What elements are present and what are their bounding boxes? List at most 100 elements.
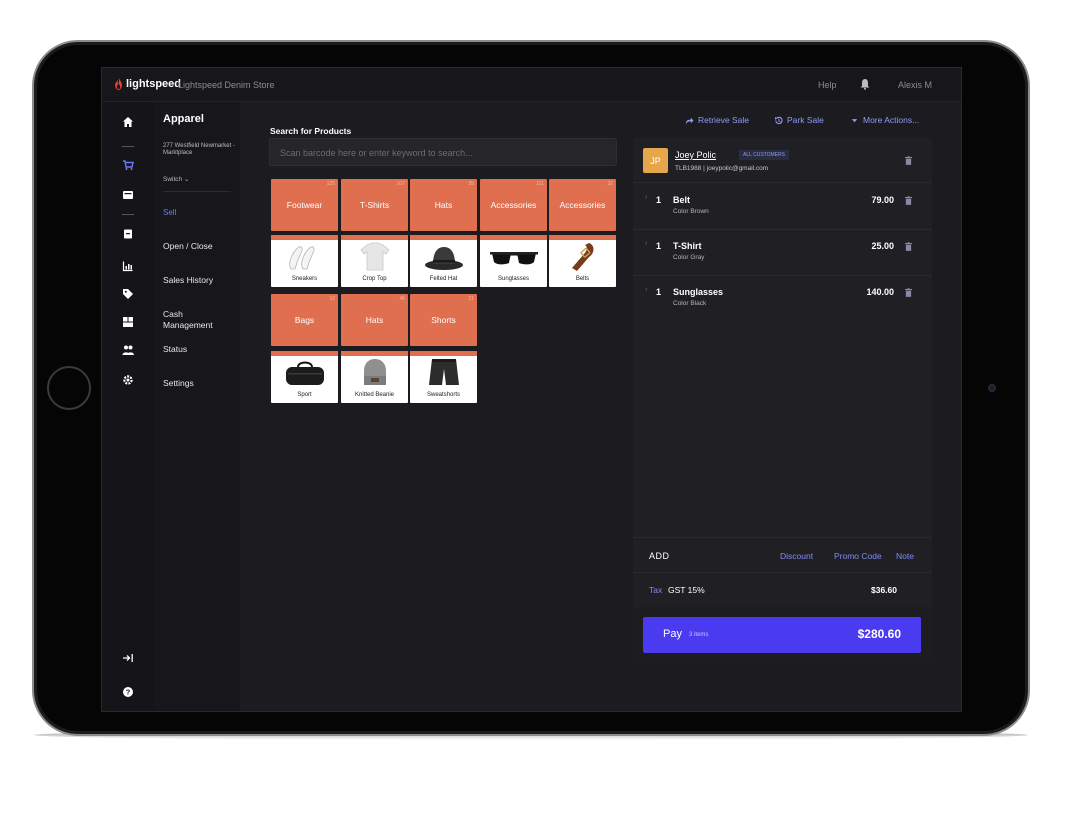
receipt-icon[interactable] xyxy=(120,226,136,242)
collapse-icon[interactable] xyxy=(120,650,136,666)
category-tile[interactable]: 21 Shorts xyxy=(410,294,477,346)
line-variant: Color Black xyxy=(673,300,707,307)
switch-outlet-button[interactable]: Switch ⌄ xyxy=(163,175,189,183)
product-strip xyxy=(341,235,408,240)
home-icon[interactable] xyxy=(120,114,136,130)
chevron-right-icon[interactable]: › xyxy=(645,194,647,201)
product-tile[interactable]: Felted Hat xyxy=(410,235,477,287)
category-tile[interactable]: 12 Bags xyxy=(271,294,338,346)
icon-rail: ? xyxy=(102,102,154,711)
cart-line-item[interactable]: › 1 Belt Color Brown 79.00 xyxy=(633,184,932,230)
pay-total: $280.60 xyxy=(857,627,901,641)
category-tile[interactable]: 111 Accessories xyxy=(480,179,547,231)
more-actions-button[interactable]: More Actions... xyxy=(850,115,919,125)
trash-icon[interactable] xyxy=(905,288,912,297)
submenu-item-sales-history[interactable]: Sales History xyxy=(163,275,213,286)
category-label: Footwear xyxy=(286,200,323,210)
knitted-beanie-image xyxy=(341,357,408,389)
retrieve-sale-button[interactable]: Retrieve Sale xyxy=(685,115,749,125)
submenu-item-status[interactable]: Status xyxy=(163,344,187,355)
product-strip xyxy=(410,235,477,240)
flame-icon xyxy=(115,78,122,90)
search-input[interactable]: Scan barcode here or enter keyword to se… xyxy=(269,138,617,166)
chevron-right-icon[interactable]: › xyxy=(645,286,647,293)
camera xyxy=(988,384,996,392)
line-quantity: 1 xyxy=(656,241,662,251)
svg-text:?: ? xyxy=(126,688,131,697)
category-count: 21 xyxy=(468,296,474,302)
line-price: 140.00 xyxy=(866,287,894,297)
park-sale-label: Park Sale xyxy=(787,115,824,125)
product-name: Sneakers xyxy=(291,276,318,282)
sport-bag-image xyxy=(271,357,338,389)
category-count: 32 xyxy=(607,181,613,187)
category-count: 125 xyxy=(326,181,335,187)
product-name: Sweatshorts xyxy=(426,392,460,398)
product-tile[interactable]: Sport xyxy=(271,351,338,403)
add-label: ADD xyxy=(649,551,670,561)
register-icon[interactable] xyxy=(120,187,136,203)
category-label: Bags xyxy=(294,315,315,325)
submenu-item-cash-management[interactable]: Cash Management xyxy=(163,309,223,331)
product-name: Crop Top xyxy=(362,276,387,282)
product-tile[interactable]: Sneakers xyxy=(271,235,338,287)
inventory-icon[interactable] xyxy=(120,314,136,330)
tag-icon[interactable] xyxy=(120,286,136,302)
brand-name: lightspeed xyxy=(126,78,182,90)
park-sale-button[interactable]: Park Sale xyxy=(774,115,824,125)
help-link[interactable]: Help xyxy=(818,80,837,90)
customer-meta: TLB1988 | joeypolic@gmail.com xyxy=(675,165,769,172)
product-tile[interactable]: Belts xyxy=(549,235,616,287)
bell-icon[interactable] xyxy=(859,78,871,90)
help-icon[interactable]: ? xyxy=(120,684,136,700)
pay-button[interactable]: Pay 3 items $280.60 xyxy=(643,617,921,653)
submenu-item-sell[interactable]: Sell xyxy=(163,207,176,218)
discount-link[interactable]: Discount xyxy=(780,551,813,561)
pay-item-count: 3 items xyxy=(689,632,709,638)
trash-icon[interactable] xyxy=(905,156,912,165)
outlet-title: Apparel xyxy=(163,113,204,125)
category-tile[interactable]: 46 Hats xyxy=(341,294,408,346)
cart-line-item[interactable]: › 1 T-Shirt Color Gray 25.00 xyxy=(633,230,932,276)
category-label: Hats xyxy=(365,315,384,325)
tax-link[interactable]: Tax xyxy=(649,585,662,595)
customer-group-badge: ALL CUSTOMERS xyxy=(739,150,789,160)
submenu-item-open-close[interactable]: Open / Close xyxy=(163,241,213,252)
top-bar: lightspeed Lightspeed Denim Store Help A… xyxy=(102,68,961,102)
cart-line-item[interactable]: › 1 Sunglasses Color Black 140.00 xyxy=(633,276,932,322)
customer-row[interactable]: JP Joey Polic ALL CUSTOMERS TLB1988 | jo… xyxy=(633,138,932,183)
category-tile[interactable]: 35 Hats xyxy=(410,179,477,231)
product-strip xyxy=(410,351,477,356)
customer-name[interactable]: Joey Polic xyxy=(675,150,716,160)
home-button xyxy=(47,366,91,410)
product-tile[interactable]: Sweatshorts xyxy=(410,351,477,403)
category-tile[interactable]: 125 Footwear xyxy=(271,179,338,231)
product-tile[interactable]: Knitted Beanie xyxy=(341,351,408,403)
outlet-address: 277 Westfield Newmarket - Marktplace xyxy=(163,143,235,156)
trash-icon[interactable] xyxy=(905,196,912,205)
felted-hat-image xyxy=(410,241,477,273)
store-name[interactable]: Lightspeed Denim Store xyxy=(178,80,275,90)
line-price: 79.00 xyxy=(871,195,894,205)
chevron-down-icon: ⌄ xyxy=(183,176,190,183)
user-menu[interactable]: Alexis M xyxy=(898,80,932,90)
category-tile[interactable]: 32 Accessories xyxy=(549,179,616,231)
tax-name: GST 15% xyxy=(668,585,705,595)
product-tile[interactable]: Sunglasses xyxy=(480,235,547,287)
retrieve-icon xyxy=(685,117,694,124)
brand-logo[interactable]: lightspeed xyxy=(114,78,181,90)
add-row: ADD Discount Promo Code Note xyxy=(633,537,932,573)
customers-icon[interactable] xyxy=(120,342,136,358)
settings-icon[interactable] xyxy=(120,372,136,388)
category-tile[interactable]: 107 T-Shirts xyxy=(341,179,408,231)
cart-icon[interactable] xyxy=(120,157,136,173)
rail-divider xyxy=(122,214,134,215)
chevron-right-icon[interactable]: › xyxy=(645,240,647,247)
submenu-item-settings[interactable]: Settings xyxy=(163,378,194,389)
product-name: Sport xyxy=(297,392,312,398)
note-link[interactable]: Note xyxy=(896,551,914,561)
product-tile[interactable]: Crop Top xyxy=(341,235,408,287)
trash-icon[interactable] xyxy=(905,242,912,251)
reports-icon[interactable] xyxy=(120,258,136,274)
promo-code-link[interactable]: Promo Code xyxy=(834,551,882,561)
